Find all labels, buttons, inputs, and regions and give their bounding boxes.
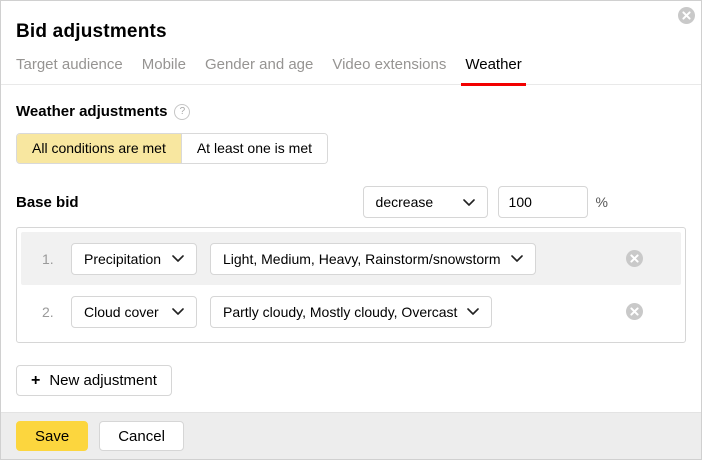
percent-suffix: % xyxy=(596,194,608,210)
condition-values-text: Partly cloudy, Mostly cloudy, Overcast xyxy=(223,304,457,320)
dialog-header: Bid adjustments xyxy=(1,1,701,43)
footer-bar: Save Cancel xyxy=(1,412,701,459)
base-bid-label: Base bid xyxy=(16,194,79,211)
condition-parameter-value: Cloud cover xyxy=(84,304,159,320)
tab-bar: Target audience Mobile Gender and age Vi… xyxy=(1,56,701,85)
x-circle-icon xyxy=(626,303,643,320)
tab-mobile[interactable]: Mobile xyxy=(142,56,186,84)
condition-values-text: Light, Medium, Heavy, Rainstorm/snowstor… xyxy=(223,251,501,267)
condition-parameter-value: Precipitation xyxy=(84,251,161,267)
condition-index: 1. xyxy=(42,251,58,267)
chevron-down-icon xyxy=(172,308,184,315)
bid-adjustments-dialog: Bid adjustments Target audience Mobile G… xyxy=(0,0,702,460)
condition-index: 2. xyxy=(42,304,58,320)
weather-panel: Weather adjustments ? All conditions are… xyxy=(1,103,701,396)
condition-parameter-select[interactable]: Precipitation xyxy=(71,243,197,275)
x-circle-icon xyxy=(678,7,695,24)
chevron-down-icon xyxy=(172,255,184,262)
remove-condition-button[interactable] xyxy=(626,250,643,267)
tab-video-extensions[interactable]: Video extensions xyxy=(332,56,446,84)
cancel-button[interactable]: Cancel xyxy=(99,421,184,451)
conditions-list: 1. Precipitation Light, Medium, Heavy, R… xyxy=(16,227,686,343)
bid-percent-input[interactable] xyxy=(498,186,588,218)
tab-gender-and-age[interactable]: Gender and age xyxy=(205,56,313,84)
plus-icon: + xyxy=(31,373,40,389)
condition-values-select[interactable]: Partly cloudy, Mostly cloudy, Overcast xyxy=(210,296,492,328)
base-bid-row: Base bid decrease % xyxy=(16,186,686,218)
chevron-down-icon xyxy=(511,255,523,262)
new-adjustment-label: New adjustment xyxy=(49,372,157,389)
new-adjustment-button[interactable]: + New adjustment xyxy=(16,365,172,396)
close-icon[interactable] xyxy=(678,7,695,24)
x-circle-icon xyxy=(626,250,643,267)
condition-row-2: 2. Cloud cover Partly cloudy, Mostly clo… xyxy=(21,285,681,338)
weather-adjustments-label: Weather adjustments xyxy=(16,103,167,120)
save-button[interactable]: Save xyxy=(16,421,88,451)
bid-direction-select[interactable]: decrease xyxy=(363,186,488,218)
condition-match-toggle: All conditions are met At least one is m… xyxy=(16,133,328,164)
tab-weather[interactable]: Weather xyxy=(465,56,521,84)
condition-values-select[interactable]: Light, Medium, Heavy, Rainstorm/snowstor… xyxy=(210,243,536,275)
base-bid-controls: decrease % xyxy=(363,186,608,218)
help-icon[interactable]: ? xyxy=(174,104,190,120)
condition-parameter-select[interactable]: Cloud cover xyxy=(71,296,197,328)
chevron-down-icon xyxy=(463,199,475,206)
toggle-all-conditions-met[interactable]: All conditions are met xyxy=(17,134,181,163)
dialog-title: Bid adjustments xyxy=(16,21,686,43)
remove-condition-button[interactable] xyxy=(626,303,643,320)
condition-row-1: 1. Precipitation Light, Medium, Heavy, R… xyxy=(21,232,681,285)
tab-target-audience[interactable]: Target audience xyxy=(16,56,123,84)
toggle-at-least-one-met[interactable]: At least one is met xyxy=(181,134,327,163)
bid-direction-value: decrease xyxy=(376,194,434,210)
section-header: Weather adjustments ? xyxy=(16,103,686,120)
chevron-down-icon xyxy=(467,308,479,315)
